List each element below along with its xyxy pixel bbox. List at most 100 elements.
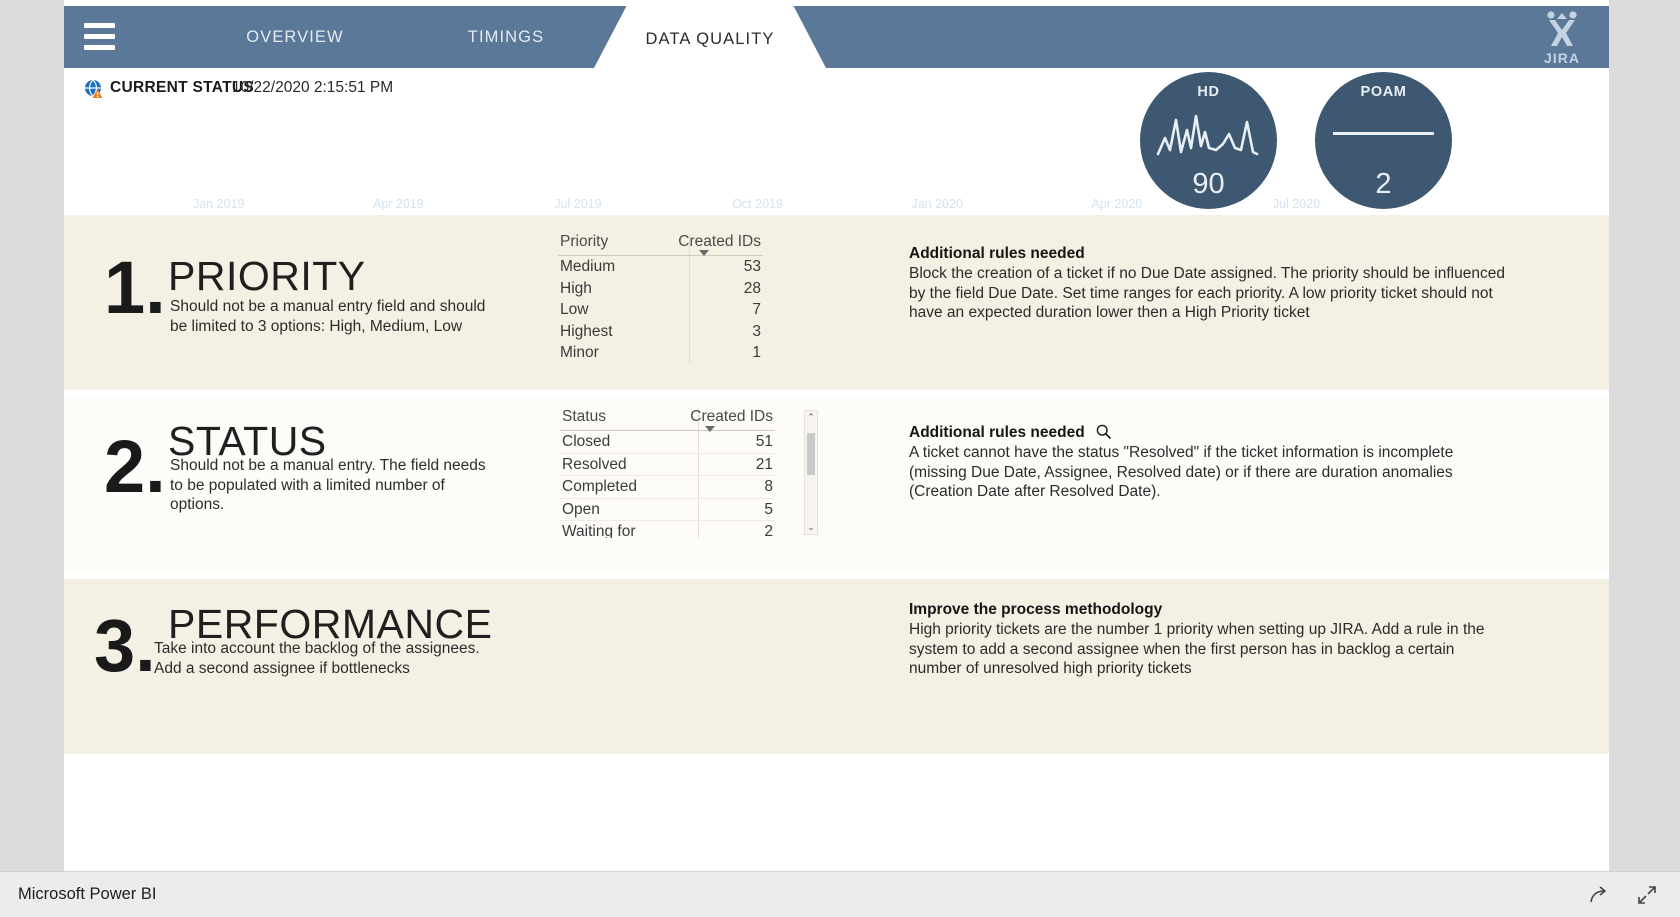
created-ids-timeline-chart[interactable]: Jan 2019 Apr 2019 Jul 2019 Oct 2019 Jan 2020… bbox=[69, 104, 1506, 212]
priority-col-label: Priority bbox=[560, 233, 609, 250]
table-row[interactable]: Low 7 bbox=[558, 299, 763, 321]
section-priority-description: Should not be a manual entry field and s… bbox=[170, 298, 486, 335]
chart-bar[interactable] bbox=[200, 182, 238, 194]
section-priority: 1. PRIORITY Should not be a manual entry… bbox=[64, 215, 1609, 390]
table-cell-label: High bbox=[560, 279, 592, 297]
table-row[interactable]: High 28 bbox=[558, 278, 763, 300]
chart-bar[interactable] bbox=[260, 126, 298, 194]
table-cell-label: Closed bbox=[562, 433, 611, 450]
priority-table[interactable]: Priority Created IDs Medium 53 High 28 Low 7 H… bbox=[558, 233, 763, 364]
chart-bar[interactable] bbox=[1038, 186, 1076, 194]
powerbi-brand-label: Microsoft Power BI bbox=[18, 885, 157, 903]
section-status-number: 2. bbox=[104, 425, 166, 508]
kpi-hd-value: 90 bbox=[1192, 168, 1225, 200]
table-cell-value: 7 bbox=[752, 301, 761, 318]
tab-overview[interactable]: OVERVIEW bbox=[189, 6, 401, 68]
chart-bar[interactable] bbox=[439, 190, 477, 194]
table-row[interactable]: Highest 3 bbox=[558, 321, 763, 343]
kpi-hd-name: HD bbox=[1197, 84, 1220, 100]
table-row[interactable]: Waiting for 2 bbox=[560, 521, 775, 538]
table-cell-value: 3 bbox=[752, 322, 761, 340]
section-performance: 3. PERFORMANCE Take into account the bac… bbox=[64, 579, 1609, 754]
chart-bar[interactable] bbox=[679, 190, 717, 194]
chart-bar[interactable] bbox=[798, 190, 836, 194]
sort-descending-icon[interactable] bbox=[699, 250, 709, 256]
tab-data-quality-label: DATA QUALITY bbox=[645, 30, 775, 48]
chart-bar[interactable] bbox=[739, 190, 777, 194]
current-status-timestamp: 10/22/2020 2:15:51 PM bbox=[232, 79, 394, 96]
performance-note-title: Improve the process methodology bbox=[909, 601, 1163, 618]
table-row[interactable]: Medium 53 bbox=[558, 256, 763, 278]
report-canvas: OVERVIEW TIMINGS DATA QUALITY JIRA CURRE… bbox=[64, 0, 1609, 871]
table-cell-label: Completed bbox=[562, 478, 637, 495]
section-priority-number: 1. bbox=[104, 246, 166, 329]
table-cell-value: 2 bbox=[764, 523, 773, 538]
table-cell-value: 53 bbox=[743, 258, 761, 275]
chart-x-tick-label: Oct 2019 bbox=[732, 197, 783, 211]
tab-overview-label: OVERVIEW bbox=[246, 28, 344, 46]
table-cell-value: 28 bbox=[743, 279, 761, 297]
chart-bar[interactable] bbox=[559, 190, 597, 194]
chart-bar[interactable] bbox=[858, 190, 896, 194]
tab-data-quality[interactable]: DATA QUALITY bbox=[594, 6, 826, 68]
chart-bar[interactable] bbox=[1098, 166, 1136, 194]
chart-bar[interactable] bbox=[379, 190, 417, 194]
flatline-icon bbox=[1333, 132, 1434, 135]
status-sort-descending-icon[interactable] bbox=[705, 426, 715, 432]
jira-logo-text: JIRA bbox=[1544, 50, 1580, 66]
tab-timings[interactable]: TIMINGS bbox=[416, 6, 596, 68]
status-col-value[interactable]: Created IDs bbox=[690, 408, 773, 426]
priority-note-title: Additional rules needed bbox=[909, 245, 1085, 262]
priority-note: Additional rules needed Block the creati… bbox=[909, 245, 1509, 323]
performance-note: Improve the process methodology High pri… bbox=[909, 601, 1509, 679]
kpi-poam-name: POAM bbox=[1360, 84, 1407, 100]
table-cell-value: 8 bbox=[764, 478, 773, 495]
chart-bar[interactable] bbox=[80, 190, 118, 194]
kpi-card-poam[interactable]: POAM 2 bbox=[1315, 72, 1452, 209]
chart-bar[interactable] bbox=[1277, 186, 1315, 194]
status-note-title: Additional rules needed bbox=[909, 424, 1469, 442]
search-icon[interactable] bbox=[1096, 424, 1111, 439]
table-row[interactable]: Completed 8 bbox=[560, 476, 775, 499]
table-row[interactable]: Minor 1 bbox=[558, 342, 763, 364]
sparkline-icon bbox=[1156, 114, 1259, 156]
chart-x-tick-label: Apr 2020 bbox=[1091, 197, 1143, 211]
chart-bar[interactable] bbox=[319, 190, 357, 194]
table-cell-label: Low bbox=[560, 301, 589, 318]
priority-col-value[interactable]: Created IDs bbox=[678, 233, 761, 251]
status-table[interactable]: Status Created IDs Closed 51 Resolved 21 Com… bbox=[560, 408, 775, 538]
chart-bar[interactable] bbox=[499, 190, 537, 194]
scroll-up-icon[interactable]: ⌃ bbox=[805, 411, 817, 424]
table-cell-label: Open bbox=[562, 500, 600, 518]
hamburger-icon[interactable] bbox=[84, 23, 115, 50]
jira-mark-icon bbox=[1547, 11, 1577, 46]
share-icon[interactable] bbox=[1588, 884, 1610, 906]
jira-logo: JIRA bbox=[1533, 10, 1591, 66]
status-note-title-text: Additional rules needed bbox=[909, 424, 1085, 441]
chart-bar[interactable] bbox=[140, 190, 178, 194]
chart-x-tick-label: Apr 2019 bbox=[372, 197, 424, 211]
table-cell-value: 51 bbox=[755, 433, 773, 450]
status-table-scrollbar[interactable]: ⌃ ⌄ bbox=[804, 410, 818, 535]
scroll-down-icon[interactable]: ⌄ bbox=[805, 521, 817, 534]
performance-note-body: High priority tickets are the number 1 p… bbox=[909, 621, 1485, 678]
table-cell-value: 21 bbox=[755, 455, 773, 473]
chart-bar[interactable] bbox=[978, 174, 1016, 194]
section-performance-description: Take into account the backlog of the ass… bbox=[154, 640, 480, 677]
globe-warning-icon bbox=[85, 79, 103, 98]
chart-bar[interactable] bbox=[1457, 190, 1495, 194]
scrollbar-thumb[interactable] bbox=[807, 433, 815, 475]
table-row[interactable]: Closed 51 bbox=[560, 431, 775, 454]
status-table-viewport[interactable]: Status Created IDs Closed 51 Resolved 21 Com… bbox=[560, 408, 800, 538]
fullscreen-icon[interactable] bbox=[1636, 884, 1658, 906]
chart-bar[interactable] bbox=[918, 186, 956, 194]
chart-bar[interactable] bbox=[619, 178, 657, 194]
kpi-card-hd[interactable]: HD 90 bbox=[1140, 72, 1277, 209]
table-row[interactable]: Resolved 21 bbox=[560, 454, 775, 476]
priority-note-body: Block the creation of a ticket if no Due… bbox=[909, 265, 1505, 322]
priority-table-body: Medium 53 High 28 Low 7 Highest 3 Minor 1 bbox=[558, 256, 763, 364]
table-cell-label: Waiting for bbox=[562, 523, 636, 538]
right-rail bbox=[1609, 0, 1680, 871]
section-status: 2. STATUS Should not be a manual entry. … bbox=[64, 396, 1609, 573]
table-row[interactable]: Open 5 bbox=[560, 499, 775, 521]
